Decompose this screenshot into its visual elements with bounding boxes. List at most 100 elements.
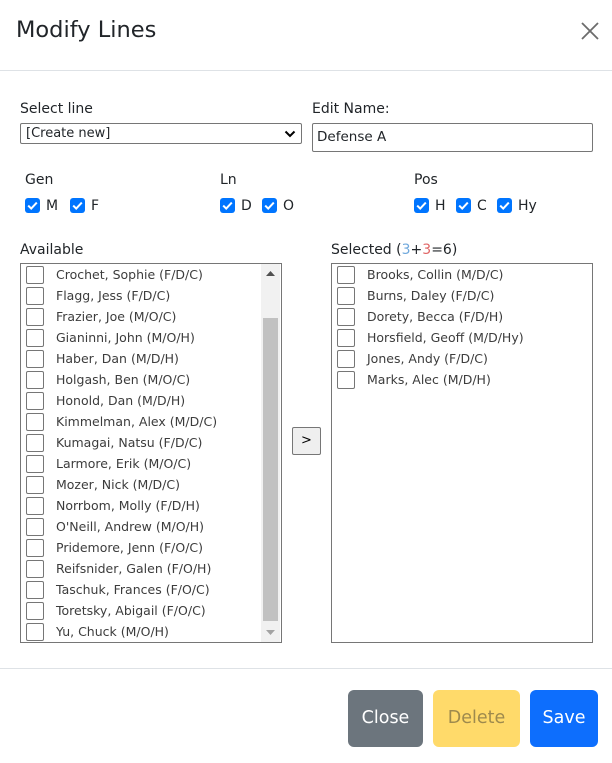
list-item-checkbox[interactable] — [26, 329, 44, 347]
list-item-label: Taschuk, Frances (F/O/C) — [56, 582, 210, 597]
list-item-checkbox[interactable] — [26, 497, 44, 515]
list-item-checkbox[interactable] — [26, 413, 44, 431]
select-line-value: [Create new] — [26, 126, 111, 141]
list-item[interactable]: Norrbom, Molly (F/D/H) — [21, 495, 261, 516]
selected-count-plus: + — [410, 242, 423, 258]
list-item[interactable]: Marks, Alec (M/D/H) — [332, 369, 592, 390]
list-item[interactable]: Dorety, Becca (F/D/H) — [332, 306, 592, 327]
chevron-down-icon — [284, 130, 296, 138]
list-item-checkbox[interactable] — [26, 623, 44, 641]
selected-count-b: 3 — [422, 242, 432, 258]
list-item[interactable]: Honold, Dan (M/D/H) — [21, 390, 261, 411]
save-button[interactable]: Save — [530, 690, 598, 747]
delete-button[interactable]: Delete — [433, 690, 520, 747]
list-item-label: Horsfield, Geoff (M/D/Hy) — [367, 330, 524, 345]
scroll-down-icon[interactable] — [261, 622, 280, 642]
available-scrollbar[interactable] — [261, 264, 280, 642]
list-item[interactable]: O'Neill, Andrew (M/O/H) — [21, 516, 261, 537]
move-right-button[interactable]: > — [292, 427, 321, 455]
list-item-checkbox[interactable] — [337, 371, 355, 389]
list-item-label: Pridemore, Jenn (F/O/C) — [56, 540, 204, 555]
modal-header: Modify Lines — [0, 0, 612, 71]
list-item-label: Larmore, Erik (M/O/C) — [56, 456, 192, 471]
pos-c-checkbox[interactable] — [456, 198, 471, 213]
pos-h-checkbox[interactable] — [414, 198, 429, 213]
list-item-checkbox[interactable] — [26, 308, 44, 326]
list-item[interactable]: Larmore, Erik (M/O/C) — [21, 453, 261, 474]
scroll-up-icon[interactable] — [261, 264, 280, 284]
edit-name-input[interactable]: Defense A — [312, 123, 593, 152]
list-item[interactable]: Reifsnider, Galen (F/O/H) — [21, 558, 261, 579]
list-item-checkbox[interactable] — [26, 518, 44, 536]
list-item-label: Brooks, Collin (M/D/C) — [367, 267, 504, 282]
list-item[interactable]: Kumagai, Natsu (F/D/C) — [21, 432, 261, 453]
list-item-label: Crochet, Sophie (F/D/C) — [56, 267, 203, 282]
list-item-label: Mozer, Nick (M/D/C) — [56, 477, 180, 492]
list-item-checkbox[interactable] — [26, 371, 44, 389]
list-item-label: Gianinni, John (M/O/H) — [56, 330, 195, 345]
list-item-checkbox[interactable] — [26, 266, 44, 284]
list-item[interactable]: Mozer, Nick (M/D/C) — [21, 474, 261, 495]
list-item[interactable]: Taschuk, Frances (F/O/C) — [21, 579, 261, 600]
list-item-label: Yu, Chuck (M/O/H) — [56, 624, 169, 639]
selected-count-a: 3 — [401, 242, 411, 258]
list-item-label: Honold, Dan (M/D/H) — [56, 393, 186, 408]
list-item[interactable]: Yu, Chuck (M/O/H) — [21, 621, 261, 642]
gen-f-label: F — [91, 198, 100, 214]
selected-list[interactable]: Marks, Alec (M/D/H) Jones, Andy (F/D/C) Ho… — [331, 263, 593, 643]
pos-hy-checkbox[interactable] — [497, 198, 512, 213]
list-item-checkbox[interactable] — [26, 560, 44, 578]
list-item-checkbox[interactable] — [337, 266, 355, 284]
list-item[interactable]: Burns, Daley (F/D/C) — [332, 285, 592, 306]
ln-o-checkbox[interactable] — [262, 198, 277, 213]
gen-m-label: M — [46, 198, 59, 214]
available-label: Available — [20, 242, 84, 258]
modal-title: Modify Lines — [16, 17, 157, 43]
list-item-checkbox[interactable] — [337, 287, 355, 305]
ln-d-checkbox[interactable] — [220, 198, 235, 213]
list-item-checkbox[interactable] — [337, 308, 355, 326]
list-item-checkbox[interactable] — [26, 476, 44, 494]
list-item[interactable]: Jones, Andy (F/D/C) — [332, 348, 592, 369]
gen-f-checkbox[interactable] — [70, 198, 85, 213]
list-item-checkbox[interactable] — [26, 602, 44, 620]
list-item[interactable]: Brooks, Collin (M/D/C) — [332, 264, 592, 285]
list-item[interactable]: Kimmelman, Alex (M/D/C) — [21, 411, 261, 432]
list-item-checkbox[interactable] — [26, 581, 44, 599]
list-item-label: Holgash, Ben (M/O/C) — [56, 372, 191, 387]
close-button[interactable]: Close — [348, 690, 423, 747]
list-item[interactable]: Frazier, Joe (M/O/C) — [21, 306, 261, 327]
list-item-checkbox[interactable] — [26, 455, 44, 473]
list-item-checkbox[interactable] — [26, 350, 44, 368]
list-item-checkbox[interactable] — [337, 329, 355, 347]
list-item[interactable]: Flagg, Jess (F/D/C) — [21, 285, 261, 306]
selected-label: Selected (3+3=6) — [331, 241, 457, 259]
list-item[interactable]: Crochet, Sophie (F/D/C) — [21, 264, 261, 285]
scroll-thumb[interactable] — [263, 318, 278, 621]
list-item-label: O'Neill, Andrew (M/O/H) — [56, 519, 205, 534]
list-item[interactable]: Horsfield, Geoff (M/D/Hy) — [332, 327, 592, 348]
list-item-label: Flagg, Jess (F/D/C) — [56, 288, 171, 303]
list-item-checkbox[interactable] — [26, 287, 44, 305]
pos-c-label: C — [477, 198, 487, 214]
list-item-label: Norrbom, Molly (F/D/H) — [56, 498, 200, 513]
list-item-label: Haber, Dan (M/D/H) — [56, 351, 179, 366]
select-line-label: Select line — [20, 101, 93, 117]
available-list[interactable]: Yu, Chuck (M/O/H) Toretsky, Abigail (F/O/… — [20, 263, 282, 643]
list-item[interactable]: Haber, Dan (M/D/H) — [21, 348, 261, 369]
list-item[interactable]: Toretsky, Abigail (F/O/C) — [21, 600, 261, 621]
list-item[interactable]: Holgash, Ben (M/O/C) — [21, 369, 261, 390]
close-icon[interactable] — [579, 20, 601, 42]
list-item-checkbox[interactable] — [337, 350, 355, 368]
select-line-dropdown[interactable]: [Create new] — [20, 123, 302, 144]
list-item-checkbox[interactable] — [26, 434, 44, 452]
list-item-label: Toretsky, Abigail (F/O/C) — [56, 603, 206, 618]
list-item[interactable]: Gianinni, John (M/O/H) — [21, 327, 261, 348]
list-item-label: Marks, Alec (M/D/H) — [367, 372, 491, 387]
ln-d-label: D — [241, 198, 252, 214]
list-item[interactable]: Pridemore, Jenn (F/O/C) — [21, 537, 261, 558]
list-item-checkbox[interactable] — [26, 539, 44, 557]
list-item-checkbox[interactable] — [26, 392, 44, 410]
list-item-label: Kimmelman, Alex (M/D/C) — [56, 414, 218, 429]
gen-m-checkbox[interactable] — [25, 198, 40, 213]
